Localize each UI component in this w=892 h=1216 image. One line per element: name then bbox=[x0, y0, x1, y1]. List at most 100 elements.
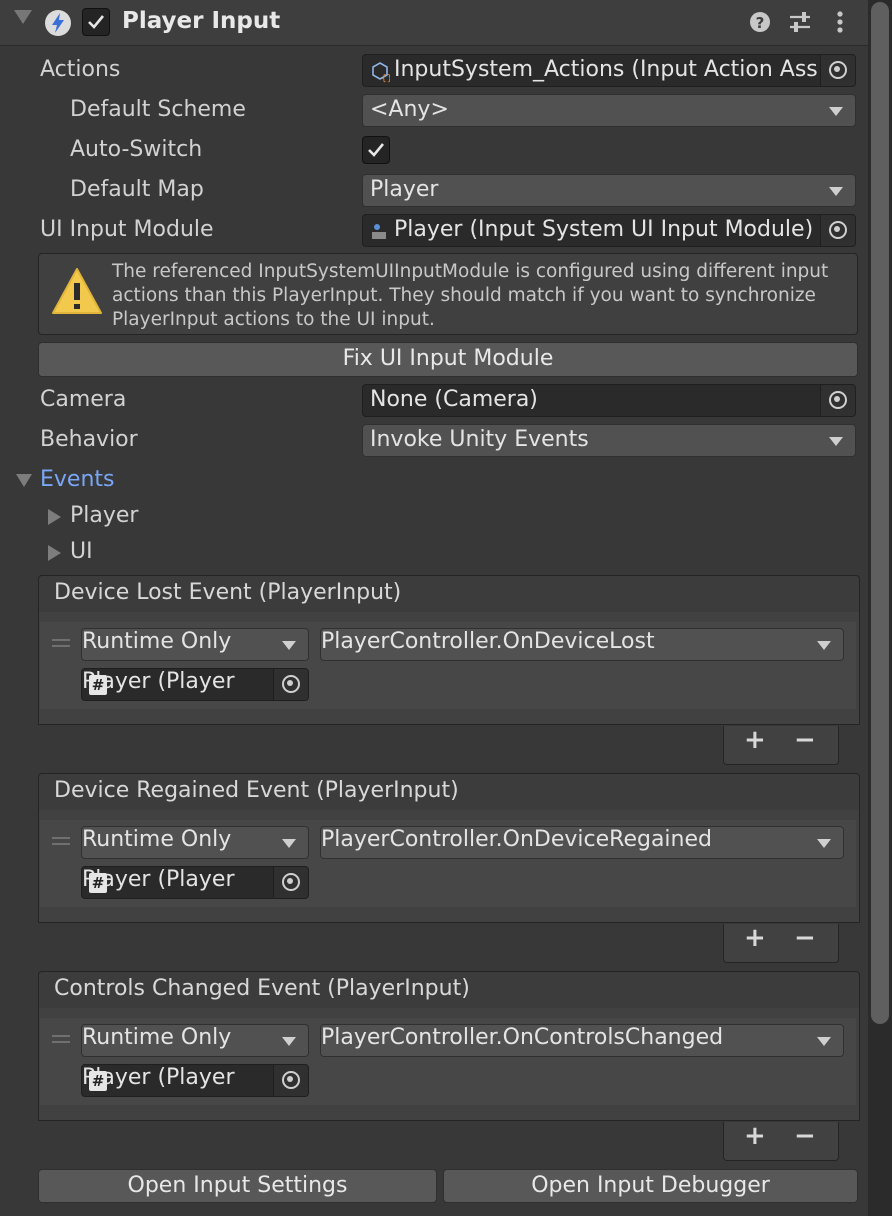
scrollbar-thumb[interactable] bbox=[871, 2, 889, 1024]
default-map-value: Player bbox=[370, 177, 439, 202]
component-enabled-checkbox[interactable] bbox=[82, 8, 110, 36]
runtime-mode-dropdown[interactable]: Runtime Only bbox=[81, 826, 309, 859]
chevron-down-icon bbox=[817, 641, 831, 650]
default-scheme-dropdown[interactable]: <Any> bbox=[362, 94, 856, 127]
help-icon[interactable]: ? bbox=[748, 9, 772, 35]
chevron-down-icon bbox=[817, 1037, 831, 1046]
remove-listener-button[interactable]: − bbox=[794, 725, 816, 755]
warning-icon bbox=[51, 266, 103, 320]
object-picker-icon[interactable] bbox=[273, 669, 308, 700]
chevron-down-icon bbox=[829, 107, 843, 116]
events-fold-icon[interactable] bbox=[16, 474, 32, 487]
script-hash-icon: # bbox=[89, 1071, 107, 1091]
function-dropdown[interactable]: PlayerController.OnDeviceRegained bbox=[320, 826, 844, 859]
unity-event-device-lost: Device Lost Event (PlayerInput) Runtime … bbox=[38, 575, 860, 725]
target-object-field[interactable]: # Player (Player bbox=[81, 866, 309, 899]
fold-down-icon[interactable] bbox=[14, 10, 32, 24]
actions-field[interactable]: {} InputSystem_Actions (Input Action Ass bbox=[362, 54, 856, 87]
unity-event-title: Device Lost Event (PlayerInput) bbox=[54, 580, 402, 605]
chevron-down-icon bbox=[817, 839, 831, 848]
runtime-mode-value: Runtime Only bbox=[82, 629, 232, 654]
default-map-label: Default Map bbox=[70, 177, 204, 202]
default-scheme-value: <Any> bbox=[370, 97, 449, 122]
lightning-icon bbox=[45, 10, 71, 36]
unity-event-header: Device Regained Event (PlayerInput) bbox=[38, 773, 860, 813]
function-value: PlayerController.OnDeviceRegained bbox=[321, 827, 712, 852]
auto-switch-checkbox[interactable] bbox=[362, 136, 390, 164]
object-picker-icon[interactable] bbox=[820, 385, 855, 416]
open-input-settings-button[interactable]: Open Input Settings bbox=[38, 1169, 437, 1203]
kebab-menu-icon[interactable] bbox=[828, 9, 852, 35]
runtime-mode-dropdown[interactable]: Runtime Only bbox=[81, 628, 309, 661]
drag-handle-icon[interactable] bbox=[52, 843, 70, 845]
object-picker-icon[interactable] bbox=[273, 1065, 308, 1096]
drag-handle-icon[interactable] bbox=[52, 645, 70, 647]
ui-input-module-value: Player (Input System UI Input Module) bbox=[394, 217, 814, 242]
add-remove-footer: + − bbox=[723, 1121, 839, 1161]
fold-right-icon[interactable] bbox=[48, 509, 61, 525]
chevron-down-icon bbox=[829, 187, 843, 196]
chevron-down-icon bbox=[282, 641, 296, 650]
ui-input-module-label: UI Input Module bbox=[40, 217, 214, 242]
camera-value: None (Camera) bbox=[370, 387, 538, 412]
drag-handle-icon[interactable] bbox=[52, 639, 70, 641]
ui-input-module-icon bbox=[370, 222, 388, 246]
target-object-field[interactable]: # Player (Player bbox=[81, 1064, 309, 1097]
list-item[interactable]: Runtime Only PlayerController.OnDeviceRe… bbox=[40, 820, 856, 907]
unity-event-header: Device Lost Event (PlayerInput) bbox=[38, 575, 860, 615]
add-remove-footer: + − bbox=[723, 923, 839, 963]
unity-event-body: Runtime Only PlayerController.OnDeviceRe… bbox=[38, 810, 860, 923]
drag-handle-icon[interactable] bbox=[52, 837, 70, 839]
open-input-debugger-button[interactable]: Open Input Debugger bbox=[443, 1169, 858, 1203]
add-listener-button[interactable]: + bbox=[744, 1121, 766, 1151]
unity-event-body: Runtime Only PlayerController.OnDeviceLo… bbox=[38, 612, 860, 725]
unity-event-title: Device Regained Event (PlayerInput) bbox=[54, 778, 459, 803]
auto-switch-label: Auto-Switch bbox=[70, 137, 203, 162]
fold-right-icon[interactable] bbox=[48, 545, 61, 561]
script-hash-icon: # bbox=[89, 675, 107, 695]
list-item[interactable]: Runtime Only PlayerController.OnDeviceLo… bbox=[40, 622, 856, 709]
input-actions-asset-icon: {} bbox=[370, 61, 392, 86]
list-item[interactable]: Runtime Only PlayerController.OnControls… bbox=[40, 1018, 856, 1105]
sliders-icon[interactable] bbox=[788, 9, 812, 35]
object-picker-icon[interactable] bbox=[820, 215, 855, 246]
unity-event-controls-changed: Controls Changed Event (PlayerInput) Run… bbox=[38, 971, 860, 1121]
unity-event-device-regained: Device Regained Event (PlayerInput) Runt… bbox=[38, 773, 860, 923]
unity-event-header: Controls Changed Event (PlayerInput) bbox=[38, 971, 860, 1011]
drag-handle-icon[interactable] bbox=[52, 1035, 70, 1037]
component-header: Player Input ? bbox=[0, 0, 868, 46]
add-listener-button[interactable]: + bbox=[744, 923, 766, 953]
ui-input-module-field[interactable]: Player (Input System UI Input Module) bbox=[362, 214, 856, 247]
runtime-mode-value: Runtime Only bbox=[82, 1025, 232, 1050]
function-value: PlayerController.OnControlsChanged bbox=[321, 1025, 724, 1050]
function-dropdown[interactable]: PlayerController.OnDeviceLost bbox=[320, 628, 844, 661]
svg-text:?: ? bbox=[756, 14, 765, 32]
remove-listener-button[interactable]: − bbox=[794, 1121, 816, 1151]
default-map-dropdown[interactable]: Player bbox=[362, 174, 856, 207]
remove-listener-button[interactable]: − bbox=[794, 923, 816, 953]
fix-ui-input-module-button[interactable]: Fix UI Input Module bbox=[38, 342, 858, 377]
unity-event-body: Runtime Only PlayerController.OnControls… bbox=[38, 1008, 860, 1121]
add-listener-button[interactable]: + bbox=[744, 725, 766, 755]
actions-label: Actions bbox=[40, 57, 121, 82]
actions-value: InputSystem_Actions (Input Action Ass bbox=[394, 57, 818, 82]
behavior-value: Invoke Unity Events bbox=[370, 427, 589, 452]
chevron-down-icon bbox=[282, 1037, 296, 1046]
events-foldout-label[interactable]: Events bbox=[40, 467, 115, 492]
events-group-player[interactable]: Player bbox=[70, 503, 138, 528]
camera-field[interactable]: None (Camera) bbox=[362, 384, 856, 417]
object-picker-icon[interactable] bbox=[820, 55, 855, 86]
unity-event-title: Controls Changed Event (PlayerInput) bbox=[54, 976, 470, 1001]
behavior-dropdown[interactable]: Invoke Unity Events bbox=[362, 424, 856, 457]
runtime-mode-dropdown[interactable]: Runtime Only bbox=[81, 1024, 309, 1057]
runtime-mode-value: Runtime Only bbox=[82, 827, 232, 852]
drag-handle-icon[interactable] bbox=[52, 1041, 70, 1043]
object-picker-icon[interactable] bbox=[273, 867, 308, 898]
function-dropdown[interactable]: PlayerController.OnControlsChanged bbox=[320, 1024, 844, 1057]
target-object-field[interactable]: # Player (Player bbox=[81, 668, 309, 701]
chevron-down-icon bbox=[829, 437, 843, 446]
component-title: Player Input bbox=[122, 8, 281, 34]
add-remove-footer: + − bbox=[723, 725, 839, 765]
default-scheme-label: Default Scheme bbox=[70, 97, 246, 122]
events-group-ui[interactable]: UI bbox=[70, 539, 93, 564]
